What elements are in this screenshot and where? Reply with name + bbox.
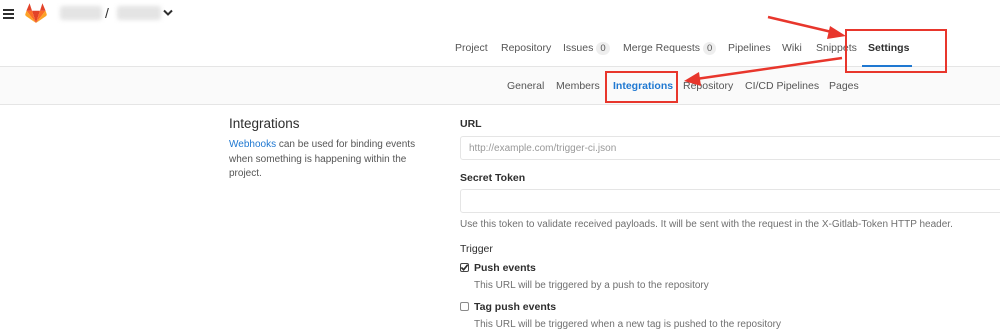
issues-count-badge: 0: [596, 42, 610, 55]
push-events-help: This URL will be triggered by a push to …: [474, 280, 709, 291]
project-name-redacted[interactable]: [117, 6, 161, 20]
top-bar: /: [0, 0, 1000, 30]
secret-token-help: Use this token to validate received payl…: [460, 219, 953, 230]
nav-issues[interactable]: Issues 0: [563, 42, 610, 55]
trigger-label: Trigger: [460, 243, 493, 255]
subnav-general[interactable]: General: [507, 80, 544, 92]
subnav-members[interactable]: Members: [556, 80, 600, 92]
subnav-repository[interactable]: Repository: [683, 80, 733, 92]
tag-push-events-label[interactable]: Tag push events: [474, 301, 556, 313]
url-label: URL: [460, 118, 482, 130]
settings-highlight-box: [845, 29, 947, 73]
nav-repository[interactable]: Repository: [501, 42, 551, 54]
nav-merge-requests[interactable]: Merge Requests 0: [623, 42, 717, 55]
push-events-label[interactable]: Push events: [474, 262, 536, 274]
check-icon: [460, 264, 469, 271]
gitlab-logo-icon[interactable]: [25, 3, 47, 23]
section-title: Integrations: [229, 116, 300, 131]
group-name-redacted[interactable]: [60, 6, 102, 20]
hamburger-icon[interactable]: [3, 9, 14, 19]
nav-wiki[interactable]: Wiki: [782, 42, 802, 54]
secret-token-input[interactable]: [460, 189, 1000, 213]
chevron-down-icon[interactable]: [163, 9, 173, 17]
subnav-pages[interactable]: Pages: [829, 80, 859, 92]
nav-pipelines[interactable]: Pipelines: [728, 42, 771, 54]
tag-push-events-checkbox[interactable]: [460, 302, 469, 311]
nav-merge-requests-label: Merge Requests: [623, 42, 701, 54]
secret-token-label: Secret Token: [460, 172, 526, 184]
integrations-highlight-box: [605, 71, 678, 103]
url-input[interactable]: [460, 136, 1000, 160]
nav-project[interactable]: Project: [455, 42, 488, 54]
subnav-ci-cd-pipelines[interactable]: CI/CD Pipelines: [745, 80, 819, 92]
push-events-checkbox[interactable]: [460, 263, 469, 272]
nav-issues-label: Issues: [563, 42, 594, 54]
merge-requests-count-badge: 0: [703, 42, 717, 55]
section-description: Webhooks can be used for binding events …: [229, 138, 429, 182]
webhooks-link[interactable]: Webhooks: [229, 139, 276, 150]
breadcrumb-separator: /: [105, 5, 109, 21]
